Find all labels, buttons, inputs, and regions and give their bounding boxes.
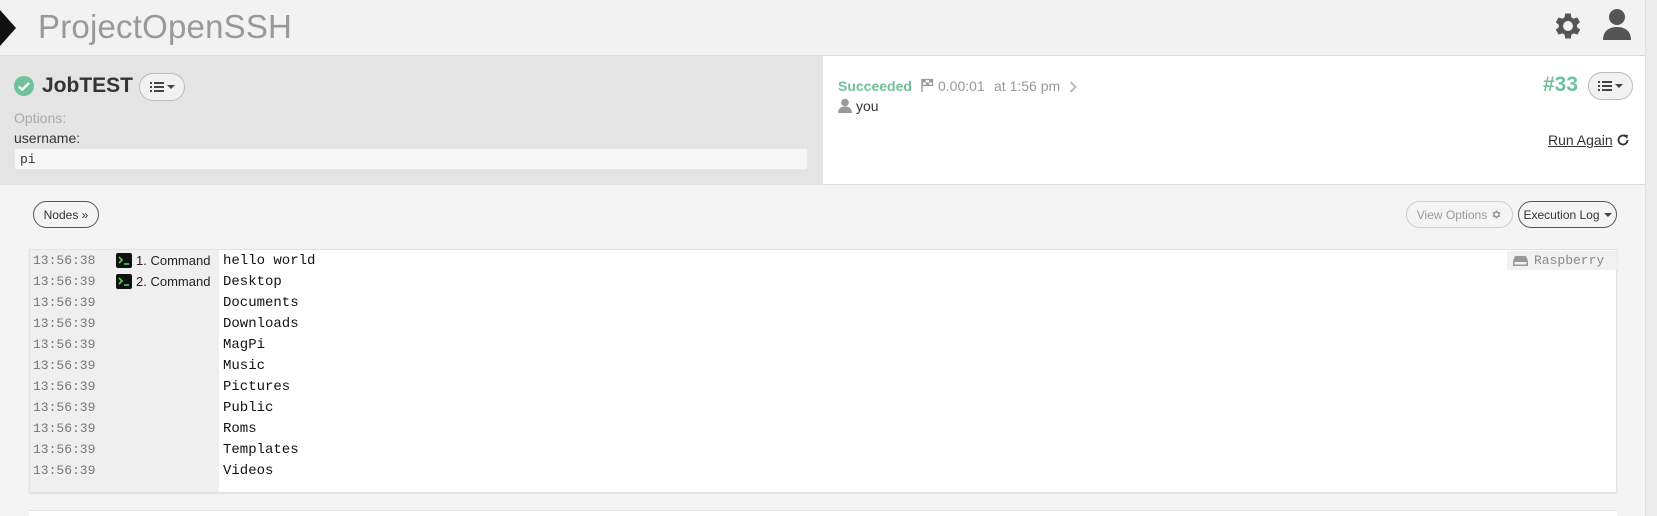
log-row: 13:56:39 Music xyxy=(30,355,1616,377)
check-circle-icon xyxy=(14,76,34,96)
gear-icon xyxy=(1492,210,1501,219)
execution-status: Succeeded xyxy=(838,78,912,94)
log-timestamp: 13:56:39 xyxy=(33,379,96,394)
log-output: Downloads xyxy=(223,316,299,332)
log-row: 13:56:39 Documents xyxy=(30,292,1616,314)
log-row: 13:56:39 2. Command Desktop xyxy=(30,271,1616,293)
log-output: Music xyxy=(223,358,266,374)
log-timestamp: 13:56:39 xyxy=(33,421,96,436)
list-icon xyxy=(149,82,164,92)
execution-panel: Succeeded 0.00:01 at 1:56 pm you #33 Run… xyxy=(823,56,1645,185)
options-label: Options: xyxy=(14,110,67,126)
option-name: username: xyxy=(14,130,81,146)
log-row: 13:56:39 Public xyxy=(30,397,1616,419)
user-icon xyxy=(838,98,852,118)
log-row: 13:56:39 MagPi xyxy=(30,334,1616,356)
log-timestamp: 13:56:39 xyxy=(33,358,96,373)
log-timestamp: 13:56:39 xyxy=(33,337,96,352)
log-output: Desktop xyxy=(223,274,282,290)
view-options-button[interactable]: View Options xyxy=(1406,201,1513,228)
execution-actions-menu-button[interactable] xyxy=(1588,72,1633,100)
terminal-icon xyxy=(116,274,132,289)
user-icon[interactable] xyxy=(1601,7,1633,46)
log-row: 13:56:38 1. Command hello world xyxy=(30,250,1616,272)
run-again-link[interactable]: Run Again xyxy=(1548,132,1630,148)
execution-log-dropdown[interactable]: Execution Log xyxy=(1518,201,1617,228)
top-navbar: ProjectOpenSSH xyxy=(0,0,1645,56)
log-row: 13:56:39 Videos xyxy=(30,460,1616,482)
refresh-icon xyxy=(1617,134,1629,146)
execution-id[interactable]: #33 xyxy=(1543,73,1578,97)
log-output: Documents xyxy=(223,295,299,311)
log-timestamp: 13:56:39 xyxy=(33,463,96,478)
execution-duration: 0.00:01 xyxy=(938,78,985,94)
log-output: Pictures xyxy=(223,379,291,395)
job-actions-menu-button[interactable] xyxy=(139,73,185,101)
list-icon xyxy=(1598,81,1612,91)
log-output: Templates xyxy=(223,442,299,458)
execution-time[interactable]: at 1:56 pm xyxy=(994,78,1060,94)
next-panel-edge xyxy=(29,510,1617,516)
log-output: Videos xyxy=(223,463,274,479)
log-row: 13:56:39 Pictures xyxy=(30,376,1616,398)
log-step[interactable]: 2. Command xyxy=(136,274,210,289)
log-timestamp: 13:56:39 xyxy=(33,316,96,331)
log-row: 13:56:39 Roms xyxy=(30,418,1616,440)
log-output: Public xyxy=(223,400,274,416)
option-value: pi xyxy=(14,148,808,170)
app-title[interactable]: ProjectOpenSSH xyxy=(38,8,292,46)
log-output: Roms xyxy=(223,421,257,437)
log-step[interactable]: 1. Command xyxy=(136,253,210,268)
log-output: hello world xyxy=(223,253,316,269)
log-timestamp: 13:56:38 xyxy=(33,253,96,268)
view-options-label: View Options xyxy=(1416,207,1488,222)
log-output: MagPi xyxy=(223,337,266,353)
flag-icon xyxy=(920,78,934,97)
execution-log-label: Execution Log xyxy=(1523,207,1600,222)
caret-down-icon xyxy=(1615,84,1623,88)
log-row: 13:56:39 Downloads xyxy=(30,313,1616,335)
caret-down-icon xyxy=(1603,212,1612,217)
caret-down-icon xyxy=(166,85,175,89)
job-name[interactable]: JobTEST xyxy=(42,74,133,98)
nav-toggle-icon[interactable] xyxy=(0,10,16,46)
terminal-icon xyxy=(116,253,132,268)
log-timestamp: 13:56:39 xyxy=(33,274,96,289)
nodes-button[interactable]: Nodes » xyxy=(33,201,99,228)
job-panel: JobTEST Options: username: pi xyxy=(0,56,823,185)
log-timestamp: 13:56:39 xyxy=(33,442,96,457)
execution-user: you xyxy=(856,98,879,114)
log-row: 13:56:39 Templates xyxy=(30,439,1616,461)
log-timestamp: 13:56:39 xyxy=(33,400,96,415)
run-again-label: Run Again xyxy=(1548,132,1613,148)
gear-icon[interactable] xyxy=(1551,9,1585,48)
chevron-right-icon[interactable] xyxy=(1069,80,1077,98)
page-scrollbar[interactable] xyxy=(1645,0,1657,516)
log-timestamp: 13:56:39 xyxy=(33,295,96,310)
execution-log: Raspberry 13:56:38 1. Command hello world 1… xyxy=(29,249,1617,493)
